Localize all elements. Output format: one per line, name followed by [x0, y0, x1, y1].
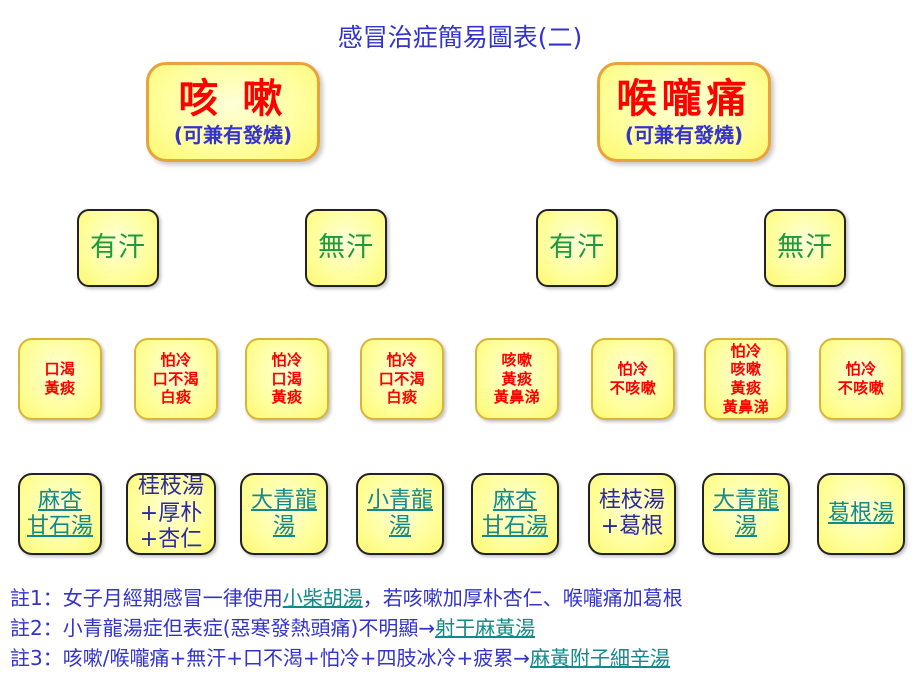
symptom-card-2: 怕冷 口不渴 白痰	[134, 338, 218, 420]
heading-sub-label: (可兼有發燒)	[624, 123, 744, 148]
heading-main-label: 咳 嗽	[178, 76, 288, 123]
sweat-label: 無汗	[318, 231, 374, 263]
prescription-card-3[interactable]: 大青龍湯	[240, 473, 328, 555]
symptom-text: 口渴 黃痰	[44, 360, 76, 397]
sweat-label: 有汗	[549, 231, 605, 263]
prescription-card-2: 桂枝湯 +厚朴 +杏仁	[126, 473, 216, 555]
prescription-card-6: 桂枝湯 +葛根	[588, 473, 676, 555]
sweat-card-4: 無汗	[764, 209, 846, 287]
footnote-3: 註3：咳嗽/喉嚨痛+無汗+口不渴+怕冷+四肢冰冷+疲累→麻黃附子細辛湯	[10, 643, 915, 673]
prescription-link[interactable]: 大青龍湯	[713, 488, 779, 541]
prescription-card-5[interactable]: 麻杏 甘石湯	[471, 473, 559, 555]
footnote-2: 註2：小青龍湯症但表症(惡寒發熱頭痛)不明顯→射干麻黃湯	[10, 613, 915, 643]
prescription-card-7[interactable]: 大青龍湯	[702, 473, 790, 555]
footnote-3-prefix: 註3：咳嗽/喉嚨痛+無汗+口不渴+怕冷+四肢冰冷+疲累→	[10, 646, 531, 670]
symptom-text: 怕冷 口不渴 白痰	[152, 350, 200, 407]
footnote-1-suffix: ，若咳嗽加厚朴杏仁、喉嚨痛加葛根	[362, 586, 683, 610]
sweat-card-3: 有汗	[536, 209, 618, 287]
symptom-card-5: 咳嗽 黃痰 黃鼻涕	[475, 338, 559, 420]
sweat-card-1: 有汗	[77, 209, 159, 287]
footnote-3-link[interactable]: 麻黃附子細辛湯	[530, 646, 670, 670]
symptom-card-8: 怕冷 不咳嗽	[819, 338, 903, 420]
footnote-1: 註1：女子月經期感冒一律使用小柴胡湯，若咳嗽加厚朴杏仁、喉嚨痛加葛根	[10, 583, 915, 613]
prescription-link[interactable]: 小青龍湯	[367, 488, 433, 541]
sweat-label: 有汗	[90, 231, 146, 263]
symptom-card-7: 怕冷 咳嗽 黃痰 黃鼻涕	[704, 338, 788, 420]
prescription-link[interactable]: 大青龍湯	[251, 488, 317, 541]
footnote-2-prefix: 註2：小青龍湯症但表症(惡寒發熱頭痛)不明顯→	[10, 616, 436, 640]
chart-canvas: 感冒治症簡易圖表(二) 咳 嗽 (可兼有發燒) 喉嚨痛 (可兼有發燒) 有汗 無…	[0, 0, 920, 690]
symptom-card-3: 怕冷 口渴 黃痰	[245, 338, 329, 420]
sweat-card-2: 無汗	[305, 209, 387, 287]
footnote-2-link[interactable]: 射干麻黃湯	[435, 616, 535, 640]
symptom-text: 怕冷 不咳嗽	[837, 360, 885, 397]
prescription-link[interactable]: 麻杏 甘石湯	[482, 488, 548, 541]
symptom-card-6: 怕冷 不咳嗽	[591, 338, 675, 420]
heading-card-sore-throat: 喉嚨痛 (可兼有發燒)	[597, 62, 771, 162]
footnote-1-link[interactable]: 小柴胡湯	[283, 586, 363, 610]
sweat-label: 無汗	[777, 231, 833, 263]
symptom-text: 怕冷 咳嗽 黃痰 黃鼻涕	[722, 341, 770, 416]
prescription-card-8[interactable]: 葛根湯	[817, 473, 905, 555]
heading-main-label: 喉嚨痛	[616, 76, 752, 123]
symptom-text: 怕冷 口不渴 白痰	[378, 350, 426, 407]
symptom-card-4: 怕冷 口不渴 白痰	[360, 338, 444, 420]
prescription-card-1[interactable]: 麻杏 甘石湯	[18, 473, 102, 555]
symptom-text: 怕冷 口渴 黃痰	[271, 350, 303, 407]
prescription-link[interactable]: 葛根湯	[828, 501, 894, 527]
symptom-text: 咳嗽 黃痰 黃鼻涕	[493, 350, 541, 407]
heading-card-cough: 咳 嗽 (可兼有發燒)	[146, 62, 320, 162]
page-title: 感冒治症簡易圖表(二)	[337, 23, 583, 52]
prescription-card-4[interactable]: 小青龍湯	[356, 473, 444, 555]
prescription-link[interactable]: 麻杏 甘石湯	[27, 488, 93, 541]
symptom-text: 怕冷 不咳嗽	[609, 360, 657, 397]
symptom-card-1: 口渴 黃痰	[18, 338, 102, 420]
prescription-text: 桂枝湯 +厚朴 +杏仁	[137, 474, 204, 553]
prescription-text: 桂枝湯 +葛根	[598, 487, 665, 539]
footnotes: 註1：女子月經期感冒一律使用小柴胡湯，若咳嗽加厚朴杏仁、喉嚨痛加葛根 註2：小青…	[10, 583, 915, 673]
footnote-1-prefix: 註1：女子月經期感冒一律使用	[10, 586, 283, 610]
heading-sub-label: (可兼有發燒)	[173, 123, 293, 148]
